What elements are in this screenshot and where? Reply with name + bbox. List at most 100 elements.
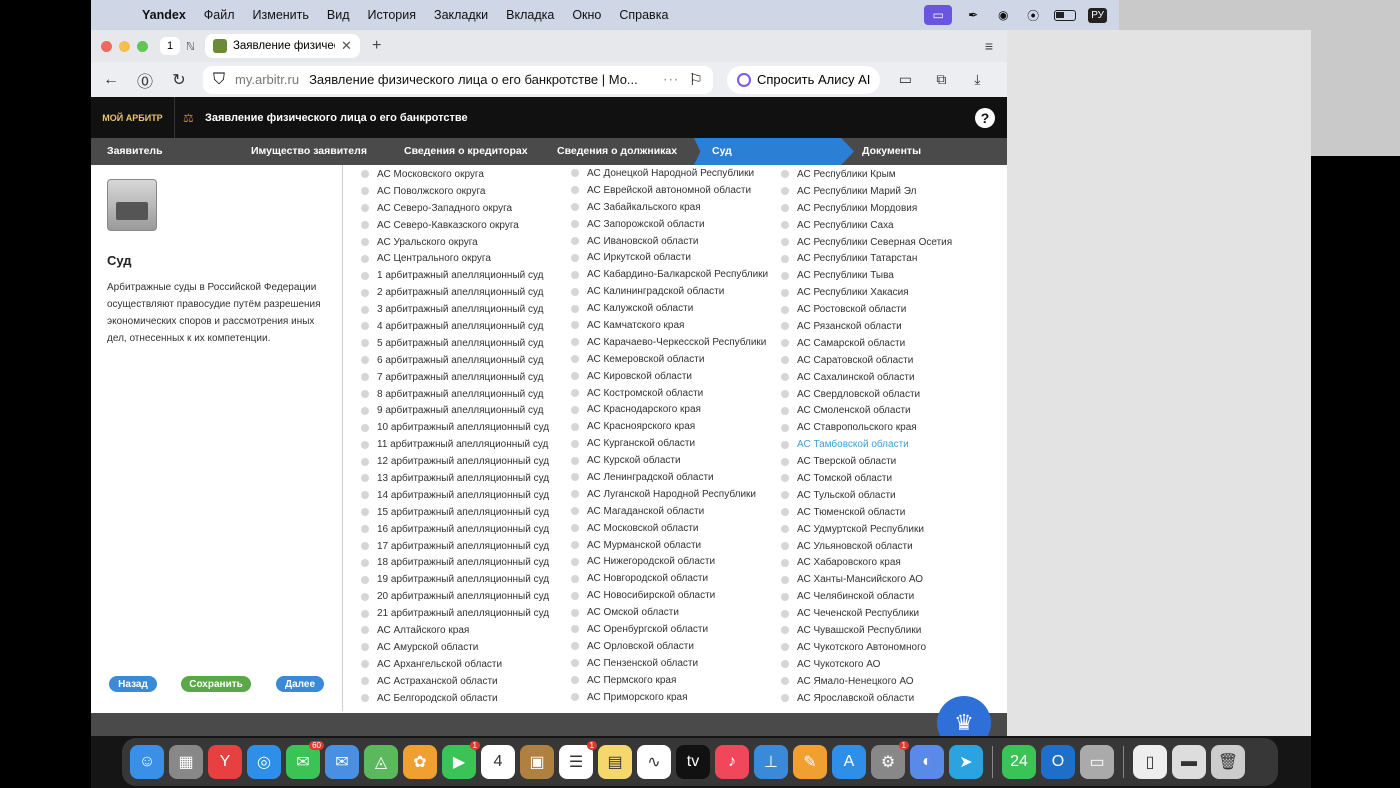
folder-icon[interactable]: ▬ <box>1172 745 1206 779</box>
radio-button[interactable] <box>781 356 789 365</box>
back-button[interactable]: Назад <box>109 676 157 692</box>
court-option[interactable]: 14 арбитражный апелляционный суд <box>361 487 549 504</box>
finder-icon[interactable]: ☺ <box>130 745 164 779</box>
court-option[interactable]: 16 арбитражный апелляционный суд <box>361 521 549 538</box>
facetime-icon[interactable]: ▶ 1 <box>442 741 480 779</box>
address-bar[interactable]: ⛉ my.arbitr.ru Заявление физического лиц… <box>203 65 713 94</box>
radio-button[interactable] <box>571 372 579 381</box>
court-option[interactable]: АС Белгородской области <box>361 690 549 707</box>
close-tab-icon[interactable]: ✕ <box>341 38 352 54</box>
court-option[interactable]: АС Орловской области <box>571 638 768 655</box>
court-option[interactable]: 19 арбитражный апелляционный суд <box>361 571 549 588</box>
record-icon[interactable]: ⦿ <box>1024 7 1042 23</box>
court-option[interactable]: АС Рязанской области <box>781 318 952 335</box>
court-option[interactable]: АС Северо-Западного округа <box>361 200 549 217</box>
court-option[interactable]: АС Красноярского края <box>571 418 768 435</box>
court-option[interactable]: АС Пензенской области <box>571 655 768 672</box>
radio-button[interactable] <box>571 186 579 195</box>
radio-button[interactable] <box>571 591 579 600</box>
settings-icon[interactable]: ⚙ 1 <box>871 741 909 779</box>
radio-button[interactable] <box>361 254 369 263</box>
photos-icon[interactable]: ✿ <box>403 745 437 779</box>
screen-icon[interactable]: ▭ <box>1080 745 1114 779</box>
music-icon[interactable]: ♪ <box>715 745 749 779</box>
court-option[interactable]: АС Новосибирской области <box>571 587 768 604</box>
court-option[interactable]: АС Новгородской области <box>571 570 768 587</box>
court-option[interactable]: АС Тверской области <box>781 453 952 470</box>
radio-button[interactable] <box>361 694 369 703</box>
court-option[interactable]: АС Оренбургской области <box>571 621 768 638</box>
radio-button[interactable] <box>781 322 789 331</box>
radio-button[interactable] <box>571 659 579 668</box>
court-option[interactable]: АС Свердловской области <box>781 386 952 403</box>
court-option[interactable]: АС Еврейской автономной области <box>571 182 768 199</box>
court-option[interactable]: АС Калининградской области <box>571 283 768 300</box>
outlook-icon[interactable]: O <box>1041 745 1075 779</box>
radio-button[interactable] <box>571 321 579 330</box>
radio-button[interactable] <box>781 305 789 314</box>
court-option[interactable]: АС Смоленской области <box>781 402 952 419</box>
cleaner-icon[interactable]: ◐ <box>910 745 944 779</box>
tv-icon[interactable]: tv <box>676 745 710 779</box>
radio-button[interactable] <box>781 170 789 179</box>
maps-icon[interactable]: ◬ <box>364 745 398 779</box>
safari-icon[interactable]: ◎ <box>247 745 281 779</box>
court-option[interactable]: АС Республики Саха <box>781 217 952 234</box>
radio-button[interactable] <box>361 390 369 399</box>
shield-icon[interactable]: ⛉ <box>213 71 225 89</box>
menu-edit[interactable]: Изменить <box>244 8 318 22</box>
radio-button[interactable] <box>571 608 579 617</box>
court-option[interactable]: АС Сахалинской области <box>781 369 952 386</box>
court-option[interactable]: АС Республики Татарстан <box>781 250 952 267</box>
radio-button[interactable] <box>571 676 579 685</box>
menu-window[interactable]: Окно <box>563 8 610 22</box>
notes-icon[interactable]: ▤ <box>598 745 632 779</box>
radio-button[interactable] <box>781 592 789 601</box>
back-icon[interactable]: ← <box>101 71 121 89</box>
radio-button[interactable] <box>361 525 369 534</box>
radio-button[interactable] <box>361 440 369 449</box>
reload-icon[interactable]: ↻ <box>169 70 189 90</box>
menu-view[interactable]: Вид <box>318 8 359 22</box>
radio-button[interactable] <box>781 491 789 500</box>
new-tab-icon[interactable]: + <box>372 37 381 55</box>
court-option[interactable]: 3 арбитражный апелляционный суд <box>361 301 549 318</box>
court-option[interactable]: АС Республики Марий Эл <box>781 183 952 200</box>
radio-button[interactable] <box>571 490 579 499</box>
radio-button[interactable] <box>361 508 369 517</box>
radio-button[interactable] <box>781 694 789 703</box>
court-option[interactable]: АС Ямало-Ненецкого АО <box>781 673 952 690</box>
radio-button[interactable] <box>571 203 579 212</box>
court-option[interactable]: 18 арбитражный апелляционный суд <box>361 554 549 571</box>
court-option[interactable]: 2 арбитражный апелляционный суд <box>361 284 549 301</box>
court-option[interactable]: АС Поволжского округа <box>361 183 549 200</box>
close-window-icon[interactable] <box>101 40 112 52</box>
alisa-button[interactable]: Спросить Алису AI <box>727 65 881 94</box>
court-option[interactable]: АС Челябинской области <box>781 588 952 605</box>
court-option[interactable]: 7 арбитражный апелляционный суд <box>361 369 549 386</box>
radio-button[interactable] <box>361 305 369 314</box>
court-option[interactable]: АС Кабардино-Балкарской Республики <box>571 266 768 283</box>
help-button[interactable]: ? <box>975 107 995 128</box>
menu-help[interactable]: Справка <box>610 8 677 22</box>
radio-button[interactable] <box>571 237 579 245</box>
mail-icon[interactable]: ✉ <box>325 745 359 779</box>
court-option[interactable]: АС Нижегородской области <box>571 553 768 570</box>
translate-icon[interactable]: ⧉ <box>930 71 952 88</box>
feather-icon[interactable]: ✒ <box>964 7 982 23</box>
court-option[interactable]: 10 арбитражный апелляционный суд <box>361 419 549 436</box>
menu-file[interactable]: Файл <box>195 8 244 22</box>
radio-button[interactable] <box>571 642 579 651</box>
court-option[interactable]: АС Удмуртской Республики <box>781 521 952 538</box>
radio-button[interactable] <box>781 423 789 432</box>
radio-button[interactable] <box>571 355 579 364</box>
radio-button[interactable] <box>781 542 789 551</box>
court-option[interactable]: 6 арбитражный апелляционный суд <box>361 352 549 369</box>
court-option[interactable]: АС Кировской области <box>571 368 768 385</box>
court-option[interactable]: АС Ленинградской области <box>571 469 768 486</box>
trash-icon[interactable]: 🗑 <box>1211 745 1245 779</box>
radio-button[interactable] <box>571 574 579 583</box>
radio-button[interactable] <box>361 609 369 618</box>
radio-button[interactable] <box>781 204 789 213</box>
court-option[interactable]: 1 арбитражный апелляционный суд <box>361 267 549 284</box>
